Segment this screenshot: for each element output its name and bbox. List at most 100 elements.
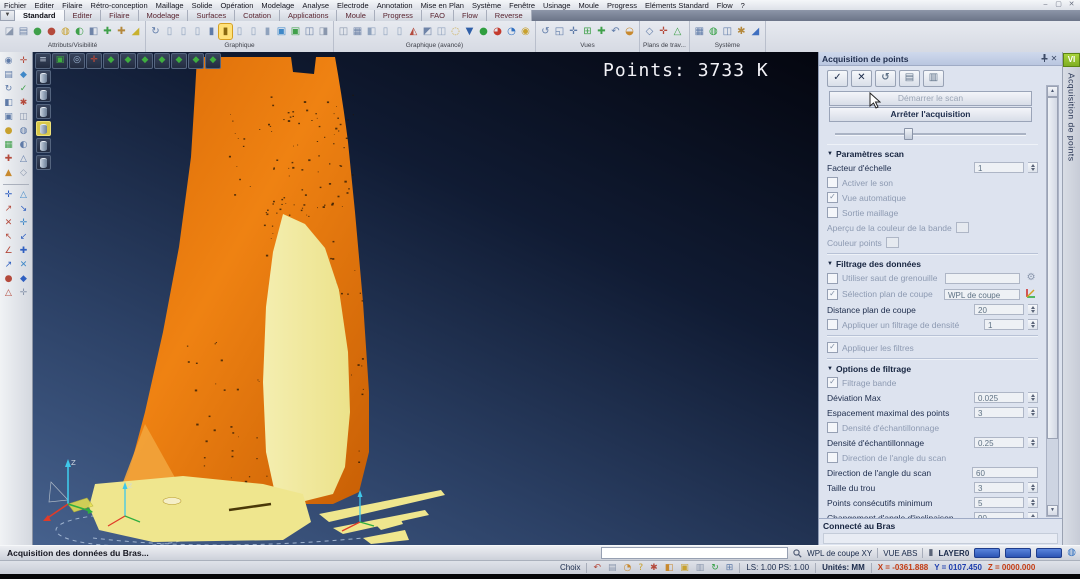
light-icon[interactable]: ◌ bbox=[449, 24, 462, 39]
vp-zoom-icon[interactable]: ◎ bbox=[69, 53, 85, 69]
scan-buffer-icon-4[interactable] bbox=[36, 121, 51, 136]
input-deviation-max[interactable]: 0.025 bbox=[974, 392, 1024, 403]
scan-buffer-icon-5[interactable] bbox=[36, 138, 51, 153]
render-mode-icon-6[interactable]: ▯ bbox=[247, 24, 260, 39]
collapse-arrow-icon[interactable]: ▼ bbox=[827, 151, 833, 157]
point-icon[interactable]: ● bbox=[2, 125, 16, 138]
input-appliquer-un-filtrage-de-densite[interactable]: 1 bbox=[984, 319, 1024, 330]
wpl-axis-icon[interactable] bbox=[1024, 288, 1038, 300]
snap-point-icon[interactable]: ✛ bbox=[17, 55, 31, 68]
section-header-filtrage-des-donnees[interactable]: ▼Filtrage des données bbox=[827, 257, 1038, 270]
menu-item-solide[interactable]: Solide bbox=[188, 1, 217, 10]
checkbox-vue-automatique[interactable]: ✓ bbox=[827, 192, 838, 203]
tab-cotation[interactable]: Cotation bbox=[235, 10, 280, 21]
globe-icon[interactable]: ◍ bbox=[707, 24, 720, 39]
tab-modelage[interactable]: Modelage bbox=[139, 10, 189, 21]
input-facteur-d-echelle[interactable]: 1 bbox=[974, 162, 1024, 173]
view-cube-bottom-icon[interactable]: ◆ bbox=[188, 53, 204, 69]
refresh-db-icon[interactable]: ▣ bbox=[289, 24, 302, 39]
checkbox-utiliser-saut-de-grenouille[interactable] bbox=[827, 273, 838, 284]
scan-slider[interactable] bbox=[835, 128, 1026, 138]
hide-selected-icon[interactable]: ✚ bbox=[115, 24, 128, 39]
tab-reverse[interactable]: Reverse bbox=[487, 10, 532, 21]
tab-editer[interactable]: Editer bbox=[65, 10, 102, 21]
add-icon[interactable]: ✚ bbox=[2, 153, 16, 166]
checkbox-direction-de-l-angle-du-scan[interactable] bbox=[827, 452, 838, 463]
active-layer[interactable]: LAYER0 bbox=[938, 549, 969, 558]
burst-icon[interactable]: ✱ bbox=[17, 97, 31, 110]
copy-attributes-icon[interactable]: ▤ bbox=[17, 24, 30, 39]
grid-icon[interactable]: ⊞ bbox=[726, 562, 734, 574]
half-view-icon[interactable]: ◧ bbox=[2, 97, 16, 110]
start-scan-button[interactable]: Démarrer le scan bbox=[829, 91, 1032, 106]
save-points-button[interactable]: ▥ bbox=[923, 70, 944, 87]
show-selected-icon[interactable]: ✚ bbox=[101, 24, 114, 39]
draft-analysis-icon[interactable]: ◭ bbox=[407, 24, 420, 39]
spinner-control[interactable] bbox=[1028, 497, 1038, 508]
load-points-button[interactable]: ▤ bbox=[899, 70, 920, 87]
shade-icon[interactable]: ◐ bbox=[17, 139, 31, 152]
input-taille-du-trou[interactable]: 3 bbox=[974, 482, 1024, 493]
hide-all-icon[interactable]: ● bbox=[45, 24, 58, 39]
pin-icon[interactable] bbox=[1039, 54, 1049, 64]
plane-tri-icon[interactable]: △ bbox=[17, 189, 31, 202]
document-icon[interactable]: ▥ bbox=[696, 562, 705, 574]
vector-ne-icon[interactable]: ↗ bbox=[2, 203, 16, 216]
layer-box-icon[interactable]: ▣ bbox=[680, 562, 689, 574]
snap-icon[interactable]: ✱ bbox=[650, 562, 658, 574]
tab-moule[interactable]: Moule bbox=[337, 10, 374, 21]
axis-cross-icon[interactable]: ✛ bbox=[2, 189, 16, 202]
workplane-3pt-icon[interactable]: ✛ bbox=[657, 24, 670, 39]
cad-import-icon[interactable]: ◢ bbox=[749, 24, 762, 39]
eraser-icon[interactable]: ◢ bbox=[129, 24, 142, 39]
color-swatch-couleur-points[interactable] bbox=[886, 237, 899, 248]
render-mode-icon-4[interactable]: ▮ bbox=[205, 24, 218, 39]
sphere-material-icon[interactable]: ◕ bbox=[491, 24, 504, 39]
cone-icon[interactable]: ▼ bbox=[463, 24, 476, 39]
checkbox-filtrage-bande[interactable]: ✓ bbox=[827, 377, 838, 388]
menu-item-systeme[interactable]: Système bbox=[468, 1, 505, 10]
add-axis-icon[interactable]: ✚ bbox=[17, 245, 31, 258]
vector-sw-icon[interactable]: ↙ bbox=[17, 231, 31, 244]
spinner-control[interactable] bbox=[1028, 392, 1038, 403]
help-icon[interactable]: ? bbox=[638, 562, 643, 574]
sphere-shaded-icon[interactable]: ● bbox=[477, 24, 490, 39]
transparency-icon[interactable]: ◧ bbox=[365, 24, 378, 39]
stamp-icon[interactable]: ◪ bbox=[3, 24, 16, 39]
spinner-control[interactable] bbox=[1028, 319, 1038, 330]
tab-surfaces[interactable]: Surfaces bbox=[188, 10, 235, 21]
profile-icon[interactable]: ◔ bbox=[624, 562, 632, 574]
tab-flow[interactable]: Flow bbox=[454, 10, 487, 21]
macro-icon[interactable]: ✱ bbox=[735, 24, 748, 39]
wpl-icon[interactable]: ✛ bbox=[17, 287, 31, 300]
minimize-button[interactable]: – bbox=[1041, 1, 1050, 9]
workplane-view-icon[interactable]: △ bbox=[671, 24, 684, 39]
scene-settings-icon[interactable]: ◨ bbox=[317, 24, 330, 39]
checkbox-densite-d-echantillonnage[interactable] bbox=[827, 422, 838, 433]
tri-axis-icon[interactable]: △ bbox=[2, 287, 16, 300]
render-mode-icon-3[interactable]: ▯ bbox=[191, 24, 204, 39]
menu-item-progress[interactable]: Progress bbox=[603, 1, 641, 10]
stop-acquisition-button[interactable]: Arrêter l'acquisition bbox=[829, 107, 1032, 122]
element-info-icon[interactable]: ◆ bbox=[17, 69, 31, 82]
filter-visibility-icon[interactable]: ◧ bbox=[87, 24, 100, 39]
tab-progress[interactable]: Progress bbox=[375, 10, 422, 21]
view-cube-left-icon[interactable]: ◆ bbox=[137, 53, 153, 69]
layers-icon[interactable]: ▤ bbox=[2, 69, 16, 82]
view-manager-icon[interactable]: ◒ bbox=[623, 24, 636, 39]
sphere-dynamic-icon[interactable]: ◔ bbox=[505, 24, 518, 39]
menu-item-operation[interactable]: Opération bbox=[216, 1, 257, 10]
menu-item-filaire[interactable]: Filaire bbox=[58, 1, 86, 10]
menu-item-annotation[interactable]: Annotation bbox=[373, 1, 417, 10]
pan-icon[interactable]: ✛ bbox=[567, 24, 580, 39]
triangle-icon[interactable]: △ bbox=[17, 153, 31, 166]
menu-item-elements-standard[interactable]: Eléments Standard bbox=[641, 1, 713, 10]
scrollbar-thumb[interactable] bbox=[1047, 97, 1058, 439]
display-settings-icon[interactable]: ◫ bbox=[721, 24, 734, 39]
input-direction-de-l-angle-du-scan[interactable]: 60 bbox=[972, 467, 1038, 478]
collapse-arrow-icon[interactable]: ▼ bbox=[827, 366, 833, 372]
edges-icon[interactable]: ▯ bbox=[379, 24, 392, 39]
selection-mask-icon[interactable]: ◧ bbox=[665, 562, 674, 574]
menu-item-editer[interactable]: Editer bbox=[31, 1, 59, 10]
reset-scan-button[interactable]: ↺ bbox=[875, 70, 896, 87]
